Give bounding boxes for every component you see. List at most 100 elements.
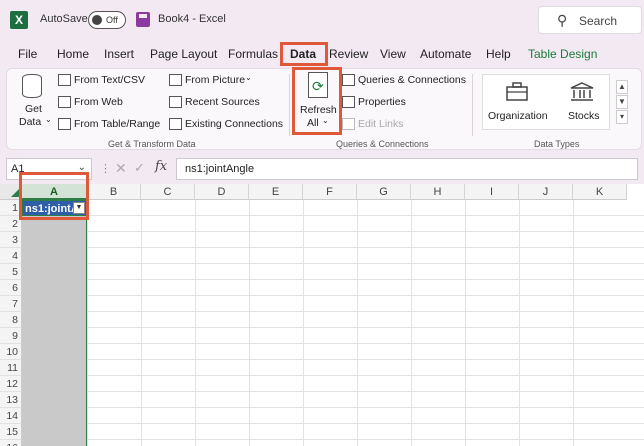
column-header-g[interactable]: G [357,184,411,200]
group-separator [472,74,473,136]
gallery-down-icon[interactable]: ▼ [616,95,628,109]
queries-connections-label: Queries & Connections [358,74,466,86]
bank-icon [570,82,594,101]
column-header-e[interactable]: E [249,184,303,200]
more-options-icon[interactable]: ⋮ [100,162,111,175]
save-icon[interactable] [136,12,150,27]
get-data-button[interactable]: Get Data ⌄ [14,72,52,132]
grid-hline [22,295,644,296]
search-box[interactable]: ⚲ Search [538,6,642,34]
table-icon [58,118,71,130]
grid-vline [303,200,304,446]
grid-hline [22,231,644,232]
grid-hline [22,279,644,280]
edit-links-icon [342,118,355,130]
gallery-up-icon[interactable]: ▲ [616,80,628,94]
grid-vline [357,200,358,446]
tab-view[interactable]: View [380,47,406,61]
stocks-button[interactable]: Stocks [560,80,608,126]
row-header-13[interactable]: 13 [0,392,22,408]
row-header-11[interactable]: 11 [0,360,22,376]
row-header-8[interactable]: 8 [0,312,22,328]
row-header-16[interactable]: 16 [0,440,22,446]
autosave-label: AutoSave [40,13,88,25]
group-label-get-transform: Get & Transform Data [108,139,196,149]
toggle-state-label: Off [106,15,118,25]
grid-hline [22,391,644,392]
from-picture-label: From Picture [185,74,246,86]
grid-vline [195,200,196,446]
document-title: Book4 - Excel [158,13,226,25]
autosave-toggle[interactable]: Off [88,11,126,29]
get-data-label-1: Get [25,103,42,115]
grid-vline [87,200,88,446]
tab-home[interactable]: Home [57,47,89,61]
column-header-k[interactable]: K [573,184,627,200]
recent-sources-label: Recent Sources [185,96,260,108]
row-header-12[interactable]: 12 [0,376,22,392]
queries-icon [342,74,355,86]
tab-insert[interactable]: Insert [104,47,134,61]
group-separator [289,74,290,136]
column-header-j[interactable]: J [519,184,573,200]
grid-hline [22,247,644,248]
tab-automate[interactable]: Automate [420,47,471,61]
grid-hline [22,311,644,312]
insert-function-icon[interactable]: fx [155,159,167,174]
grid-hline [22,343,644,344]
grid-vline [465,200,466,446]
recent-sources-icon [169,96,182,108]
grid-hline [22,439,644,440]
refresh-all-highlight [292,67,342,135]
chevron-down-icon: ⌄ [45,115,52,124]
enter-check-icon: ✓ [134,160,145,175]
worksheet-grid[interactable]: ns1:jointAngle ▼ ABCDEFGHIJK123456789101… [0,184,644,446]
grid-vline [411,200,412,446]
column-header-i[interactable]: I [465,184,519,200]
tab-file[interactable]: File [18,47,37,61]
title-bar: X AutoSave Off Book4 - Excel ⚲ Search [0,0,644,40]
connections-icon [169,118,182,130]
grid-hline [22,407,644,408]
organization-button[interactable]: Organization [486,80,548,126]
row-header-4[interactable]: 4 [0,248,22,264]
row-header-9[interactable]: 9 [0,328,22,344]
tab-table-design[interactable]: Table Design [528,47,597,61]
row-header-14[interactable]: 14 [0,408,22,424]
grid-vline [519,200,520,446]
text-file-icon [58,74,71,86]
tab-review[interactable]: Review [329,47,368,61]
column-a-highlight [19,172,89,220]
formula-value: ns1:jointAngle [185,163,255,175]
search-icon: ⚲ [557,12,568,28]
row-header-6[interactable]: 6 [0,280,22,296]
tab-page-layout[interactable]: Page Layout [150,47,217,61]
row-header-15[interactable]: 15 [0,424,22,440]
row-header-7[interactable]: 7 [0,296,22,312]
web-icon [58,96,71,108]
edit-links-label: Edit Links [358,118,404,130]
cancel-icon: ✕ [115,160,127,176]
toggle-knob-icon [92,15,102,25]
column-header-c[interactable]: C [141,184,195,200]
row-header-3[interactable]: 3 [0,232,22,248]
from-web-label: From Web [74,96,123,108]
from-text-csv-label: From Text/CSV [74,74,145,86]
row-header-5[interactable]: 5 [0,264,22,280]
organization-label: Organization [488,110,548,122]
group-label-queries: Queries & Connections [336,139,429,149]
tab-help[interactable]: Help [486,47,511,61]
formula-input[interactable]: ns1:jointAngle [176,158,638,180]
properties-label: Properties [358,96,406,108]
column-header-f[interactable]: F [303,184,357,200]
grid-hline [22,263,644,264]
column-header-d[interactable]: D [195,184,249,200]
excel-logo-icon: X [10,11,28,29]
grid-hline [22,423,644,424]
column-header-h[interactable]: H [411,184,465,200]
gallery-more-icon[interactable]: ▾ [616,110,628,124]
tab-formulas[interactable]: Formulas [228,47,278,61]
row-header-10[interactable]: 10 [0,344,22,360]
grid-hline [22,327,644,328]
column-header-b[interactable]: B [87,184,141,200]
